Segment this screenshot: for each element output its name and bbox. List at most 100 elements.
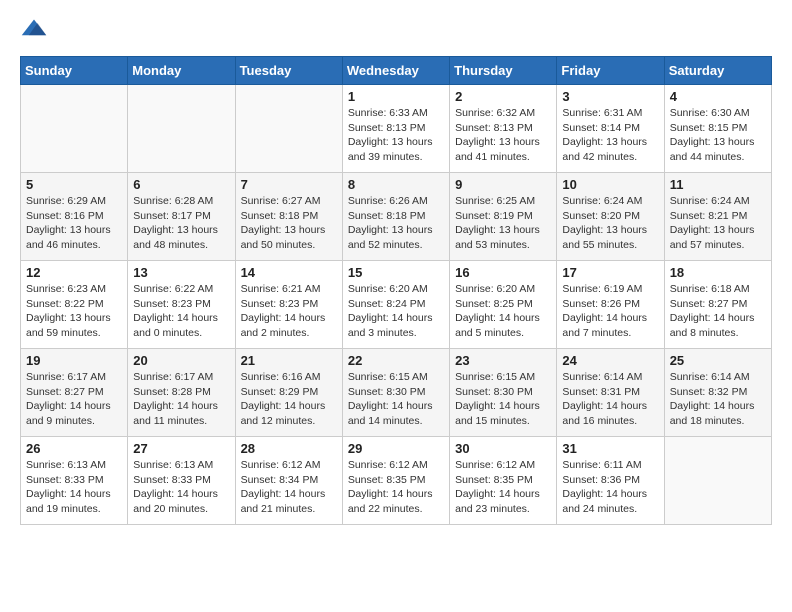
calendar-week-1: 1 Sunrise: 6:33 AMSunset: 8:13 PMDaylight… xyxy=(21,85,772,173)
day-number: 25 xyxy=(670,353,766,368)
calendar-day-cell: 27 Sunrise: 6:13 AMSunset: 8:33 PMDayligh… xyxy=(128,437,235,525)
calendar-day-cell: 22 Sunrise: 6:15 AMSunset: 8:30 PMDayligh… xyxy=(342,349,449,437)
day-info: Sunrise: 6:18 AMSunset: 8:27 PMDaylight:… xyxy=(670,282,766,341)
calendar-day-cell: 31 Sunrise: 6:11 AMSunset: 8:36 PMDayligh… xyxy=(557,437,664,525)
day-info: Sunrise: 6:11 AMSunset: 8:36 PMDaylight:… xyxy=(562,458,658,517)
calendar-week-4: 19 Sunrise: 6:17 AMSunset: 8:27 PMDayligh… xyxy=(21,349,772,437)
day-info: Sunrise: 6:20 AMSunset: 8:25 PMDaylight:… xyxy=(455,282,551,341)
calendar-day-cell: 16 Sunrise: 6:20 AMSunset: 8:25 PMDayligh… xyxy=(450,261,557,349)
day-info: Sunrise: 6:28 AMSunset: 8:17 PMDaylight:… xyxy=(133,194,229,253)
calendar-day-cell: 23 Sunrise: 6:15 AMSunset: 8:30 PMDayligh… xyxy=(450,349,557,437)
day-number: 14 xyxy=(241,265,337,280)
calendar-day-cell: 6 Sunrise: 6:28 AMSunset: 8:17 PMDaylight… xyxy=(128,173,235,261)
day-number: 12 xyxy=(26,265,122,280)
day-number: 7 xyxy=(241,177,337,192)
calendar-day-cell: 20 Sunrise: 6:17 AMSunset: 8:28 PMDayligh… xyxy=(128,349,235,437)
day-info: Sunrise: 6:30 AMSunset: 8:15 PMDaylight:… xyxy=(670,106,766,165)
weekday-header-saturday: Saturday xyxy=(664,57,771,85)
calendar-day-cell: 28Sunrise: 6:12 AMSunset: 8:34 PMDayligh… xyxy=(235,437,342,525)
calendar-day-cell: 12 Sunrise: 6:23 AMSunset: 8:22 PMDayligh… xyxy=(21,261,128,349)
day-info: Sunrise: 6:24 AMSunset: 8:21 PMDaylight:… xyxy=(670,194,766,253)
day-info: Sunrise: 6:22 AMSunset: 8:23 PMDaylight:… xyxy=(133,282,229,341)
weekday-header-thursday: Thursday xyxy=(450,57,557,85)
day-info: Sunrise: 6:13 AMSunset: 8:33 PMDaylight:… xyxy=(26,458,122,517)
day-number: 9 xyxy=(455,177,551,192)
calendar-day-cell: 10 Sunrise: 6:24 AMSunset: 8:20 PMDayligh… xyxy=(557,173,664,261)
day-info: Sunrise: 6:17 AMSunset: 8:28 PMDaylight:… xyxy=(133,370,229,429)
calendar-day-cell: 4 Sunrise: 6:30 AMSunset: 8:15 PMDaylight… xyxy=(664,85,771,173)
calendar-day-cell: 30 Sunrise: 6:12 AMSunset: 8:35 PMDayligh… xyxy=(450,437,557,525)
calendar-day-cell: 9 Sunrise: 6:25 AMSunset: 8:19 PMDaylight… xyxy=(450,173,557,261)
day-info: Sunrise: 6:15 AMSunset: 8:30 PMDaylight:… xyxy=(455,370,551,429)
logo-icon xyxy=(20,16,48,44)
calendar-week-3: 12 Sunrise: 6:23 AMSunset: 8:22 PMDayligh… xyxy=(21,261,772,349)
calendar-day-cell: 18 Sunrise: 6:18 AMSunset: 8:27 PMDayligh… xyxy=(664,261,771,349)
calendar-week-5: 26 Sunrise: 6:13 AMSunset: 8:33 PMDayligh… xyxy=(21,437,772,525)
day-info: Sunrise: 6:33 AMSunset: 8:13 PMDaylight:… xyxy=(348,106,444,165)
day-info: Sunrise: 6:13 AMSunset: 8:33 PMDaylight:… xyxy=(133,458,229,517)
logo xyxy=(20,16,52,44)
day-info: Sunrise: 6:24 AMSunset: 8:20 PMDaylight:… xyxy=(562,194,658,253)
day-number: 23 xyxy=(455,353,551,368)
day-number: 13 xyxy=(133,265,229,280)
day-info: Sunrise: 6:12 AMSunset: 8:35 PMDaylight:… xyxy=(455,458,551,517)
day-number: 6 xyxy=(133,177,229,192)
day-info: Sunrise: 6:17 AMSunset: 8:27 PMDaylight:… xyxy=(26,370,122,429)
day-info: Sunrise: 6:25 AMSunset: 8:19 PMDaylight:… xyxy=(455,194,551,253)
day-info: Sunrise: 6:21 AMSunset: 8:23 PMDaylight:… xyxy=(241,282,337,341)
calendar-day-cell: 1 Sunrise: 6:33 AMSunset: 8:13 PMDaylight… xyxy=(342,85,449,173)
calendar-day-cell: 15 Sunrise: 6:20 AMSunset: 8:24 PMDayligh… xyxy=(342,261,449,349)
calendar-day-cell xyxy=(128,85,235,173)
calendar-day-cell: 11 Sunrise: 6:24 AMSunset: 8:21 PMDayligh… xyxy=(664,173,771,261)
day-info: Sunrise: 6:12 AMSunset: 8:35 PMDaylight:… xyxy=(348,458,444,517)
calendar-week-2: 5Sunrise: 6:29 AMSunset: 8:16 PMDaylight… xyxy=(21,173,772,261)
day-number: 27 xyxy=(133,441,229,456)
day-number: 30 xyxy=(455,441,551,456)
day-number: 5 xyxy=(26,177,122,192)
day-number: 26 xyxy=(26,441,122,456)
weekday-header-wednesday: Wednesday xyxy=(342,57,449,85)
day-number: 8 xyxy=(348,177,444,192)
calendar-day-cell: 3 Sunrise: 6:31 AMSunset: 8:14 PMDaylight… xyxy=(557,85,664,173)
calendar-day-cell: 29 Sunrise: 6:12 AMSunset: 8:35 PMDayligh… xyxy=(342,437,449,525)
day-number: 28 xyxy=(241,441,337,456)
day-info: Sunrise: 6:32 AMSunset: 8:13 PMDaylight:… xyxy=(455,106,551,165)
day-number: 22 xyxy=(348,353,444,368)
day-number: 20 xyxy=(133,353,229,368)
day-info: Sunrise: 6:15 AMSunset: 8:30 PMDaylight:… xyxy=(348,370,444,429)
calendar-day-cell: 14 Sunrise: 6:21 AMSunset: 8:23 PMDayligh… xyxy=(235,261,342,349)
day-number: 18 xyxy=(670,265,766,280)
day-info: Sunrise: 6:14 AMSunset: 8:32 PMDaylight:… xyxy=(670,370,766,429)
day-number: 15 xyxy=(348,265,444,280)
calendar-day-cell: 26 Sunrise: 6:13 AMSunset: 8:33 PMDayligh… xyxy=(21,437,128,525)
day-info: Sunrise: 6:16 AMSunset: 8:29 PMDaylight:… xyxy=(241,370,337,429)
calendar-day-cell: 17Sunrise: 6:19 AMSunset: 8:26 PMDayligh… xyxy=(557,261,664,349)
calendar-day-cell: 19 Sunrise: 6:17 AMSunset: 8:27 PMDayligh… xyxy=(21,349,128,437)
calendar-day-cell: 24Sunrise: 6:14 AMSunset: 8:31 PMDayligh… xyxy=(557,349,664,437)
day-info: Sunrise: 6:19 AMSunset: 8:26 PMDaylight:… xyxy=(562,282,658,341)
day-number: 19 xyxy=(26,353,122,368)
weekday-header-sunday: Sunday xyxy=(21,57,128,85)
day-number: 1 xyxy=(348,89,444,104)
day-info: Sunrise: 6:20 AMSunset: 8:24 PMDaylight:… xyxy=(348,282,444,341)
day-number: 16 xyxy=(455,265,551,280)
day-number: 10 xyxy=(562,177,658,192)
day-info: Sunrise: 6:26 AMSunset: 8:18 PMDaylight:… xyxy=(348,194,444,253)
calendar-day-cell xyxy=(664,437,771,525)
day-number: 11 xyxy=(670,177,766,192)
day-number: 4 xyxy=(670,89,766,104)
calendar-day-cell: 5Sunrise: 6:29 AMSunset: 8:16 PMDaylight… xyxy=(21,173,128,261)
day-number: 29 xyxy=(348,441,444,456)
day-number: 2 xyxy=(455,89,551,104)
day-number: 3 xyxy=(562,89,658,104)
day-info: Sunrise: 6:14 AMSunset: 8:31 PMDaylight:… xyxy=(562,370,658,429)
calendar-day-cell xyxy=(21,85,128,173)
calendar-day-cell: 2 Sunrise: 6:32 AMSunset: 8:13 PMDaylight… xyxy=(450,85,557,173)
day-info: Sunrise: 6:23 AMSunset: 8:22 PMDaylight:… xyxy=(26,282,122,341)
page-header xyxy=(20,16,772,44)
day-number: 31 xyxy=(562,441,658,456)
calendar-day-cell: 8 Sunrise: 6:26 AMSunset: 8:18 PMDaylight… xyxy=(342,173,449,261)
weekday-header-tuesday: Tuesday xyxy=(235,57,342,85)
weekday-header-friday: Friday xyxy=(557,57,664,85)
day-info: Sunrise: 6:31 AMSunset: 8:14 PMDaylight:… xyxy=(562,106,658,165)
